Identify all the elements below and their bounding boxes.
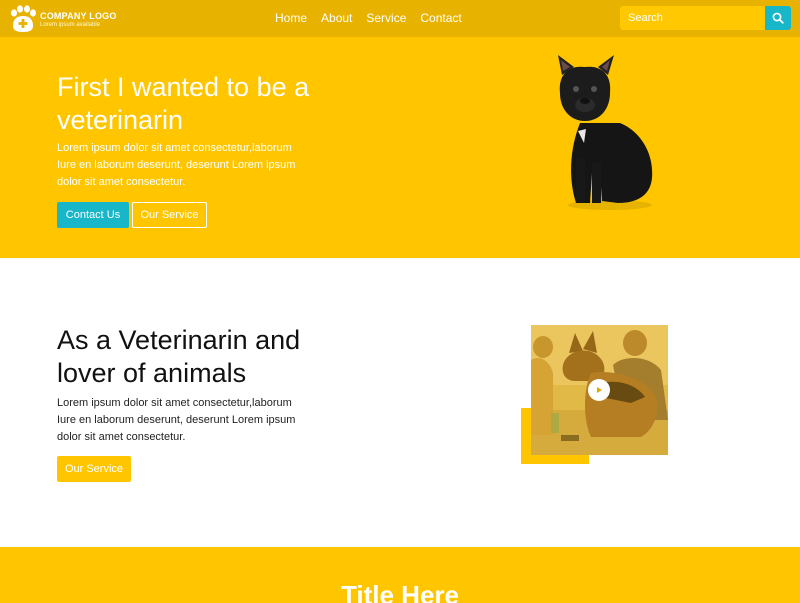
- our-service-button[interactable]: Our Service: [132, 202, 207, 228]
- hero-text: Lorem ipsum dolor sit amet consectetur,l…: [57, 142, 296, 188]
- play-button[interactable]: [588, 379, 610, 401]
- about-text: Lorem ipsum dolor sit amet consectetur,l…: [57, 397, 296, 443]
- about-section: As a Veterinarin and lover of animals Lo…: [0, 258, 800, 547]
- nav-links: Home About Service Contact: [268, 11, 469, 25]
- logo-subtitle: Lorem ipsum available: [40, 22, 101, 28]
- nav-link-home[interactable]: Home: [268, 11, 314, 25]
- nav-link-service[interactable]: Service: [359, 11, 413, 25]
- navbar: COMPANY LOGO Lorem ipsum available Home …: [0, 0, 800, 37]
- our-service-button-secondary[interactable]: Our Service: [57, 456, 131, 482]
- contact-us-button[interactable]: Contact Us: [57, 202, 129, 228]
- dog-image: [558, 55, 653, 210]
- company-logo[interactable]: COMPANY LOGO Lorem ipsum available: [8, 4, 128, 34]
- section-three: Title Here: [0, 547, 800, 603]
- about-title: As a Veterinarin and lover of animals: [57, 325, 301, 388]
- hero-section: First I wanted to be a veterinarin Lorem…: [0, 37, 800, 258]
- search-button[interactable]: [765, 6, 791, 30]
- logo-title: COMPANY LOGO: [40, 11, 117, 21]
- paw-plus-icon: [11, 5, 36, 32]
- section-three-title: Title Here: [340, 580, 459, 603]
- nav-link-contact[interactable]: Contact: [413, 11, 468, 25]
- hero-title: First I wanted to be a veterinarin: [57, 72, 310, 135]
- search-icon: [772, 12, 784, 24]
- search-input[interactable]: [620, 6, 765, 30]
- play-icon: [597, 387, 602, 393]
- nav-link-about[interactable]: About: [314, 11, 359, 25]
